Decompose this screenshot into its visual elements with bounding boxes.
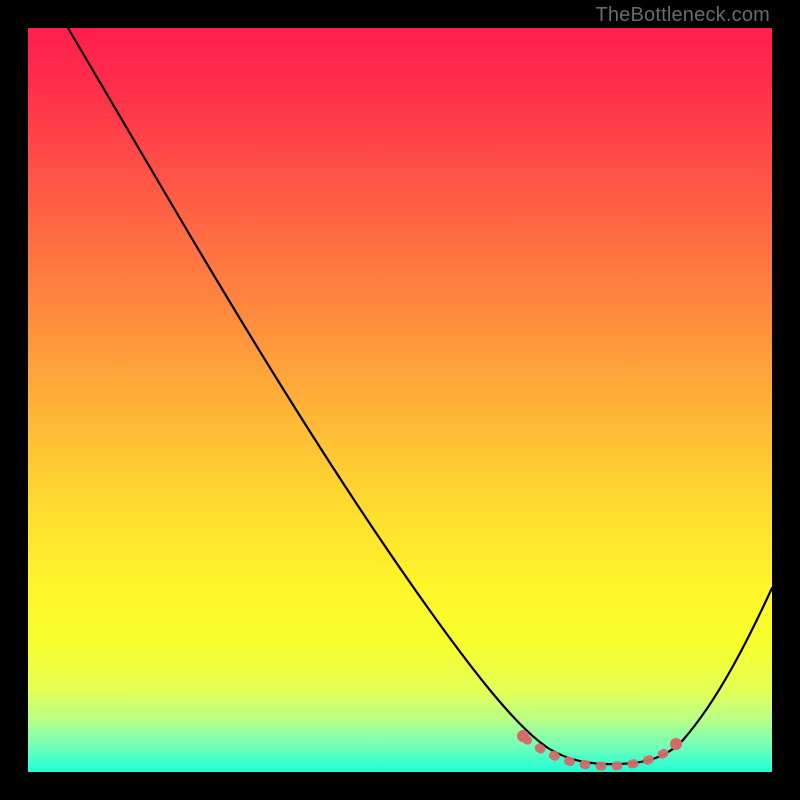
bottleneck-curve-line xyxy=(68,28,772,764)
optimal-range-start-dot xyxy=(517,730,529,742)
optimal-range-highlight xyxy=(526,739,668,766)
optimal-range-end-dot xyxy=(670,738,682,750)
chart-svg xyxy=(28,28,772,772)
watermark-text: TheBottleneck.com xyxy=(595,4,770,27)
chart-frame xyxy=(28,28,772,772)
